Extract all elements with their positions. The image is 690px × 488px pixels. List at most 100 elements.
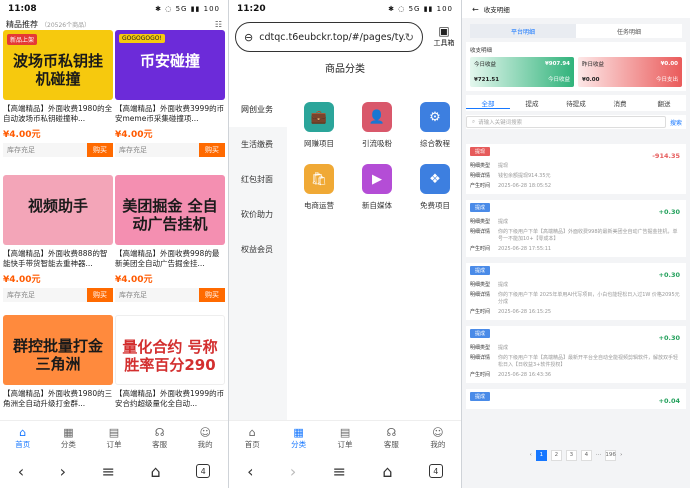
product-title: 【高端精品】外面收费1999的币安合约超级量化全自动... xyxy=(115,389,225,408)
grid-layout-icon[interactable]: ☷ xyxy=(215,20,222,29)
filter-commission[interactable]: 提成 xyxy=(510,98,554,108)
sidebar-item[interactable]: 权益会员 xyxy=(229,232,287,267)
product-image: 视频助手 xyxy=(3,175,113,245)
tab-orders[interactable]: ▤ 订单 xyxy=(322,421,368,454)
browser-nav-bar: ‹ › ≡ ⌂ 4 xyxy=(0,454,228,488)
category-item[interactable]: ❖ 免费项目 xyxy=(405,164,461,211)
page-button[interactable]: 1 xyxy=(535,449,547,461)
headset-icon: ☊ xyxy=(386,425,397,439)
user-icon: ☺ xyxy=(432,425,444,439)
buy-button[interactable]: 购买 xyxy=(199,143,225,157)
back-icon[interactable]: ‹ xyxy=(18,462,24,481)
forward-icon[interactable]: › xyxy=(290,462,296,481)
product-card[interactable]: 新品上架 波场币私钥挂机碰撞 【高端精品】外面收费1980的全自动波场币私钥碰撞种.… xyxy=(3,30,113,157)
record-amount: +0.30 xyxy=(658,334,680,342)
toolbox-button[interactable]: ▣ 工具箱 xyxy=(429,24,459,48)
home-nav-icon[interactable]: ⌂ xyxy=(382,462,392,481)
record-card[interactable]: 提成 +0.30 明细类型 提成 明细详情 你的下级用户下单 2025年单用AI代写项目，… xyxy=(466,263,686,320)
tab-category[interactable]: ▦ 分类 xyxy=(275,421,321,454)
category-item[interactable]: 🛍 电商运营 xyxy=(289,164,349,211)
tab-platform[interactable]: 平台明细 xyxy=(470,24,576,38)
category-label: 电商运营 xyxy=(304,201,334,210)
product-title: 【高端精品】外面收费888的智能快手带货智能去重神器... xyxy=(3,249,108,268)
product-card[interactable]: 群控批量打金 三角洲 【高端精品】外面收费1980的三角洲全自动升级打金群... xyxy=(3,315,113,409)
sidebar-item[interactable]: 生活缴费 xyxy=(229,127,287,162)
search-row: ⌕ 请输入关键词搜索 搜索 xyxy=(466,115,686,129)
sidebar-item[interactable]: 砍价助力 xyxy=(229,197,287,232)
page-button[interactable]: 196 xyxy=(605,449,617,461)
filter-pending[interactable]: 待提成 xyxy=(554,98,598,108)
filter-gift[interactable]: 翻送 xyxy=(642,98,686,108)
record-badge: 提成 xyxy=(470,203,491,212)
tab-category[interactable]: ▦ 分类 xyxy=(46,421,92,454)
product-art-text: 视频助手 xyxy=(27,197,88,215)
back-icon[interactable]: ← xyxy=(472,5,479,14)
status-bar: 11:20 ✱ ◌ 5G ▮▮ 100 xyxy=(229,0,461,18)
category-item[interactable]: ▶ 新自媒体 xyxy=(347,164,407,211)
ledger-screen: ← 收支明细 平台明细 任务明细 收支明细 今日收益 ¥907.94 ¥721.… xyxy=(462,0,690,488)
search-input[interactable]: ⌕ 请输入关键词搜索 xyxy=(466,116,666,128)
record-card[interactable]: 提成 +0.30 明细类型 提成 明细详情 你的下级用户下单【高端精品】外面收费998的最… xyxy=(466,200,686,257)
product-card[interactable]: 量化合约 号称胜率百分290 【高端精品】外面收费1999的币安合约超级量化全自动… xyxy=(115,315,225,409)
security-icon: ⊖ xyxy=(244,30,254,44)
category-icon: ▦ xyxy=(63,425,74,439)
filter-spend[interactable]: 消费 xyxy=(598,98,642,108)
page-button[interactable]: › xyxy=(620,452,622,458)
record-card[interactable]: 提现 -914.35 明细类型 提现 明细详情 钱包余额提现914.35元 产生时间 2025… xyxy=(466,144,686,194)
forward-icon[interactable]: › xyxy=(60,462,66,481)
user-icon: ☺ xyxy=(199,425,211,439)
record-card[interactable]: 提成 +0.30 明细类型 提成 明细详情 你的下级用户下单【高端精品】最新开平台全自动全… xyxy=(466,326,686,383)
category-label: 引流吸粉 xyxy=(362,139,392,148)
category-sidebar: 网创业务 生活缴费 红包封面 砍价助力 权益会员 xyxy=(229,92,287,420)
tab-task[interactable]: 任务明细 xyxy=(576,24,682,38)
buy-button[interactable]: 购买 xyxy=(87,288,113,302)
record-card[interactable]: 提成 +0.04 xyxy=(466,389,686,409)
tab-orders[interactable]: ▤ 订单 xyxy=(91,421,137,454)
page-button[interactable]: ‹ xyxy=(530,452,532,458)
record-badge: 提成 xyxy=(470,266,491,275)
address-bar[interactable]: ⊖ cdtqc.t6eubckr.top/#/pages/ty... ↻ xyxy=(235,22,423,52)
home-nav-icon[interactable]: ⌂ xyxy=(151,462,161,481)
category-icon: ▶ xyxy=(362,164,392,194)
section-title: 精品推荐 xyxy=(6,19,38,29)
menu-icon[interactable]: ≡ xyxy=(333,462,346,481)
search-icon: ⌕ xyxy=(472,118,476,125)
status-icons: ✱ ◌ 5G ▮▮ 100 xyxy=(388,5,453,13)
record-amount: +0.30 xyxy=(658,208,680,216)
back-icon[interactable]: ‹ xyxy=(247,462,253,481)
record-amount: +0.04 xyxy=(658,397,680,405)
tab-home[interactable]: ⌂ 首页 xyxy=(229,421,275,454)
record-amount: +0.30 xyxy=(658,271,680,279)
reload-icon[interactable]: ↻ xyxy=(405,31,414,44)
product-price: ¥4.00元 xyxy=(115,275,153,285)
page-button[interactable]: 2 xyxy=(550,449,562,461)
tab-mine[interactable]: ☺ 我的 xyxy=(415,421,461,454)
tab-service[interactable]: ☊ 客服 xyxy=(368,421,414,454)
tab-mine[interactable]: ☺ 我的 xyxy=(182,421,228,454)
tab-home[interactable]: ⌂ 首页 xyxy=(0,421,46,454)
tab-service[interactable]: ☊ 客服 xyxy=(137,421,183,454)
product-card[interactable]: 视频助手 【高端精品】外面收费888的智能快手带货智能去重神器... ¥4.00元库… xyxy=(3,175,113,302)
sidebar-item[interactable]: 网创业务 xyxy=(229,92,287,127)
tab-count-icon[interactable]: 4 xyxy=(428,464,443,478)
page-button[interactable]: 3 xyxy=(565,449,577,461)
search-button[interactable]: 搜索 xyxy=(666,118,686,127)
tab-count-icon[interactable]: 4 xyxy=(196,464,211,478)
product-card[interactable]: GOGOGOGO! 币安碰撞 【高端精品】外面收费3999的币安meme币采集碰撞项… xyxy=(115,30,225,157)
product-art-text: 波场币私钥挂机碰撞 xyxy=(12,52,103,88)
category-icon: 🛍 xyxy=(304,164,334,194)
product-footer: 库存充足 购买 xyxy=(3,288,113,302)
filter-all[interactable]: 全部 xyxy=(466,98,510,109)
menu-icon[interactable]: ≡ xyxy=(102,462,115,481)
product-card[interactable]: 美团掘金 全自动广告挂机 【高端精品】外面收费998的最新美团全自动广告掘金挂..… xyxy=(115,175,225,302)
buy-button[interactable]: 购买 xyxy=(199,288,225,302)
page-button[interactable]: 4 xyxy=(580,449,592,461)
sidebar-item[interactable]: 红包封面 xyxy=(229,162,287,197)
category-item[interactable]: 💼 网赚项目 xyxy=(289,102,349,149)
buy-button[interactable]: 购买 xyxy=(87,143,113,157)
product-price: ¥4.00元 xyxy=(115,130,153,140)
category-item[interactable]: 👤 引流吸粉 xyxy=(347,102,407,149)
page-button[interactable]: ··· xyxy=(596,452,601,458)
category-item[interactable]: ⚙ 综合教程 xyxy=(405,102,461,149)
product-image: 美团掘金 全自动广告挂机 xyxy=(115,175,225,245)
